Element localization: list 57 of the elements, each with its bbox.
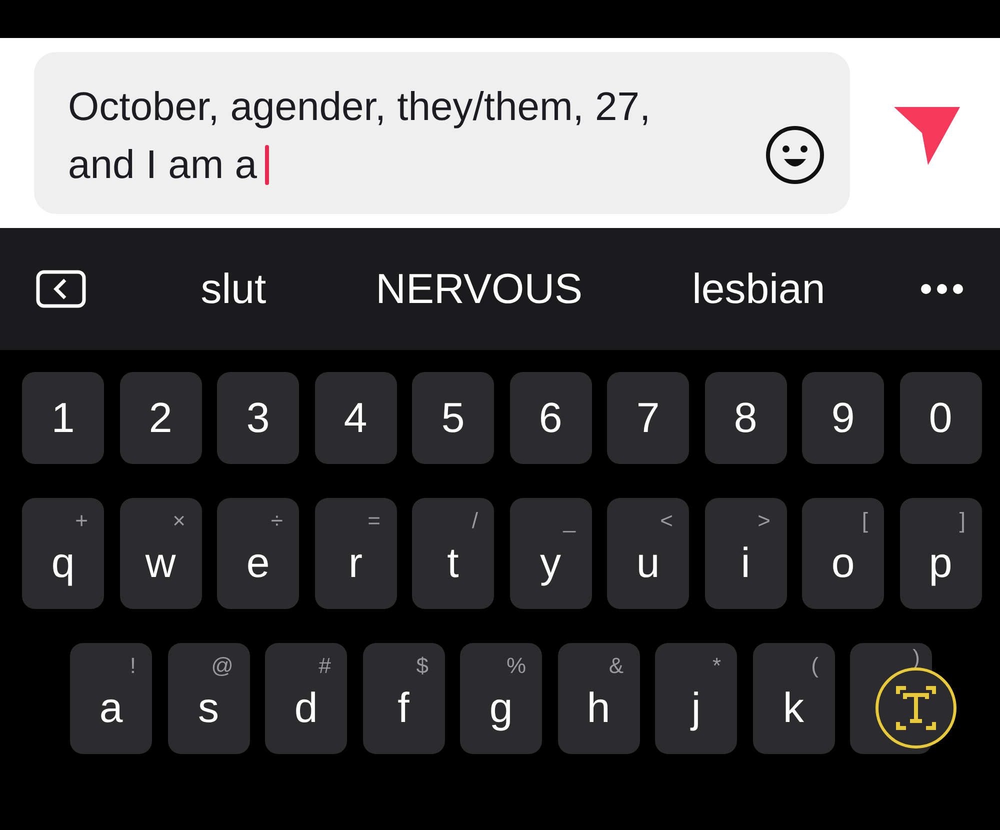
suggestion[interactable]: slut	[200, 265, 266, 313]
key-hint: (	[811, 653, 818, 679]
key[interactable]: r =	[314, 498, 396, 609]
key-hint: ]	[959, 508, 966, 534]
emoji-icon[interactable]	[764, 124, 826, 186]
key-hint: &	[608, 653, 624, 679]
key-hint: *	[712, 653, 721, 679]
key[interactable]: 5	[412, 372, 494, 464]
key[interactable]: g %	[460, 643, 542, 754]
key[interactable]: 8	[704, 372, 786, 464]
key[interactable]: h &	[558, 643, 640, 754]
key[interactable]: a !	[70, 643, 152, 754]
more-icon[interactable]	[920, 283, 964, 295]
key[interactable]: 3	[217, 372, 299, 464]
key[interactable]: p ]	[900, 498, 982, 609]
key[interactable]: t /	[412, 498, 494, 609]
key-hint: !	[130, 653, 136, 679]
key[interactable]: s @	[168, 643, 250, 754]
key[interactable]: q +	[22, 498, 104, 609]
key[interactable]: 9	[802, 372, 884, 464]
key[interactable]: e ÷	[217, 498, 299, 609]
key[interactable]: 6	[510, 372, 592, 464]
key[interactable]: 4	[314, 372, 396, 464]
key[interactable]: u <	[607, 498, 689, 609]
suggestion[interactable]: NERVOUS	[376, 265, 583, 313]
key[interactable]: d #	[265, 643, 347, 754]
text-cursor	[265, 145, 270, 185]
key-hint: @	[211, 653, 234, 679]
suggestion[interactable]: lesbian	[692, 265, 826, 313]
key[interactable]: 7	[607, 372, 689, 464]
key-hint: <	[660, 508, 673, 534]
key[interactable]: o [	[802, 498, 884, 609]
key[interactable]: k (	[752, 643, 834, 754]
back-icon[interactable]	[36, 270, 86, 308]
key-hint: %	[506, 653, 526, 679]
message-field[interactable]: October, agender, they/them, 27, and I am a	[34, 52, 850, 214]
key-hint: +	[75, 508, 88, 534]
key-hint: /	[472, 508, 478, 534]
key-hint: #	[318, 653, 331, 679]
message-text: and I am a	[68, 142, 258, 189]
key-hint: [	[862, 508, 868, 534]
text-scan-icon[interactable]	[874, 666, 958, 750]
key-hint: ÷	[270, 508, 283, 534]
key-hint: ×	[172, 508, 186, 534]
message-text: October, agender, they/them, 27,	[68, 84, 651, 131]
key[interactable]: 0	[900, 372, 982, 464]
key-hint: $	[416, 653, 428, 679]
key[interactable]: i >	[704, 498, 786, 609]
key[interactable]: f $	[362, 643, 444, 754]
key[interactable]: j *	[655, 643, 737, 754]
key[interactable]: w ×	[120, 498, 202, 609]
key[interactable]: y _	[510, 498, 592, 609]
key-hint: >	[758, 508, 770, 534]
key-hint: _	[563, 508, 576, 534]
key-hint: =	[368, 508, 380, 534]
key[interactable]: 2	[120, 372, 202, 464]
key[interactable]: 1	[22, 372, 104, 464]
